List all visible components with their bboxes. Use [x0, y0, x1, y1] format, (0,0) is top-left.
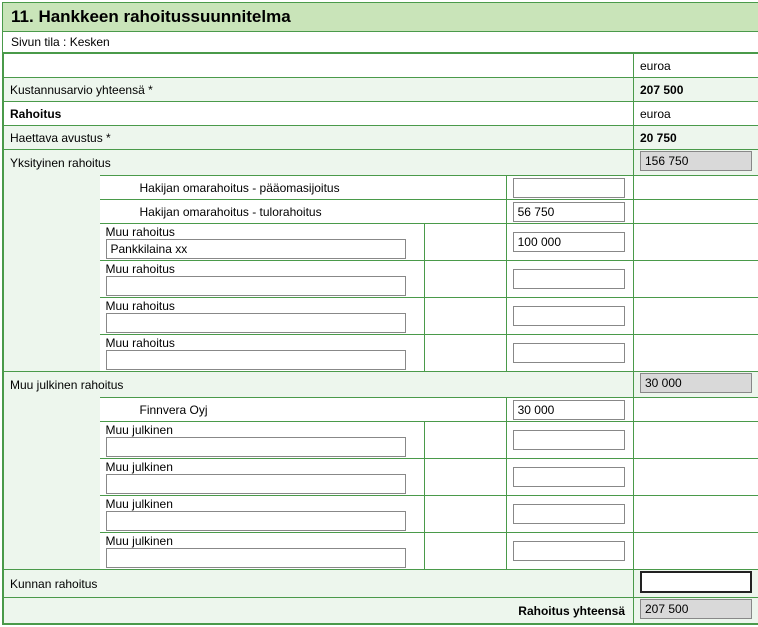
- other-financing-value-2[interactable]: [513, 269, 625, 289]
- other-financing-value-4[interactable]: [513, 343, 625, 363]
- other-financing-label-1: Muu rahoitus: [106, 225, 175, 239]
- public-other-label-2: Muu julkinen: [106, 460, 173, 474]
- cost-estimate-label: Kustannusarvio yhteensä *: [4, 78, 634, 102]
- currency-header: euroa: [634, 54, 758, 78]
- public-other-desc-2[interactable]: [106, 474, 406, 494]
- income-label: Hakijan omarahoitus - tulorahoitus: [100, 200, 507, 224]
- financing-total-label: Rahoitus yhteensä: [4, 598, 634, 624]
- private-financing-total: 156 750: [640, 151, 752, 171]
- public-other-label-3: Muu julkinen: [106, 497, 173, 511]
- other-financing-desc-2[interactable]: [106, 276, 406, 296]
- section-number: 11.: [11, 7, 34, 26]
- other-financing-label-2: Muu rahoitus: [106, 262, 175, 276]
- financing-label: Rahoitus: [4, 102, 634, 126]
- public-other-desc-3[interactable]: [106, 511, 406, 531]
- other-financing-desc-4[interactable]: [106, 350, 406, 370]
- page-status: Sivun tila : Kesken: [3, 32, 758, 53]
- other-financing-desc-3[interactable]: [106, 313, 406, 333]
- public-other-value-1[interactable]: [513, 430, 625, 450]
- equity-value-input[interactable]: [513, 178, 625, 198]
- other-financing-label-4: Muu rahoitus: [106, 336, 175, 350]
- public-other-value-4[interactable]: [513, 541, 625, 561]
- public-financing-label: Muu julkinen rahoitus: [4, 372, 634, 398]
- financing-total-value: 207 500: [640, 599, 752, 619]
- public-other-label-4: Muu julkinen: [106, 534, 173, 548]
- municipal-financing-value: [640, 571, 752, 593]
- funding-table: euroa Kustannusarvio yhteensä * 207 500 …: [3, 53, 758, 624]
- public-financing-total: 30 000: [640, 373, 752, 393]
- funding-form: 11. Hankkeen rahoitussuunnitelma Sivun t…: [2, 2, 758, 625]
- other-financing-label-3: Muu rahoitus: [106, 299, 175, 313]
- municipal-financing-label: Kunnan rahoitus: [4, 570, 634, 598]
- section-title-text: Hankkeen rahoitussuunnitelma: [38, 7, 290, 26]
- income-value-input[interactable]: [513, 202, 625, 222]
- grant-value: 20 750: [634, 126, 758, 150]
- equity-label: Hakijan omarahoitus - pääomasijoitus: [100, 176, 507, 200]
- grant-label: Haettava avustus *: [4, 126, 634, 150]
- public-other-desc-4[interactable]: [106, 548, 406, 568]
- other-financing-desc-1[interactable]: [106, 239, 406, 259]
- public-other-value-3[interactable]: [513, 504, 625, 524]
- public-other-label-1: Muu julkinen: [106, 423, 173, 437]
- public-other-desc-1[interactable]: [106, 437, 406, 457]
- other-financing-value-3[interactable]: [513, 306, 625, 326]
- finnvera-value-input[interactable]: [513, 400, 625, 420]
- public-other-value-2[interactable]: [513, 467, 625, 487]
- private-financing-label: Yksityinen rahoitus: [4, 150, 634, 176]
- other-financing-value-1[interactable]: [513, 232, 625, 252]
- cost-estimate-value: 207 500: [634, 78, 758, 102]
- financing-unit: euroa: [634, 102, 758, 126]
- finnvera-label: Finnvera Oyj: [100, 398, 507, 422]
- section-title: 11. Hankkeen rahoitussuunnitelma: [3, 3, 758, 32]
